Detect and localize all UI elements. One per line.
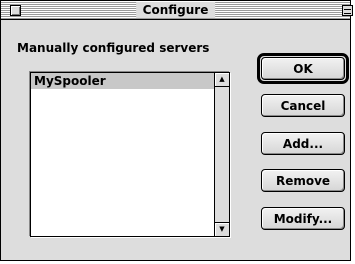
- close-box-icon[interactable]: [10, 5, 21, 16]
- scroll-down-arrow-icon[interactable]: ▼: [215, 222, 229, 236]
- remove-button[interactable]: Remove: [261, 169, 345, 192]
- scroll-track[interactable]: [215, 87, 229, 222]
- list-item-myspooler[interactable]: MySpooler: [31, 73, 214, 89]
- servers-list[interactable]: MySpooler: [31, 73, 214, 236]
- scroll-up-arrow-icon[interactable]: ▲: [215, 73, 229, 87]
- ok-button[interactable]: OK: [261, 57, 345, 80]
- add-button[interactable]: Add...: [261, 132, 345, 155]
- servers-listbox[interactable]: MySpooler ▲ ▼: [30, 72, 230, 237]
- cancel-button[interactable]: Cancel: [261, 94, 345, 117]
- modify-button[interactable]: Modify...: [261, 207, 345, 230]
- title-bar[interactable]: Configure: [1, 1, 353, 20]
- configure-window: Configure Manually configured servers My…: [0, 0, 353, 261]
- servers-label: Manually configured servers: [17, 41, 210, 55]
- vertical-scrollbar[interactable]: ▲ ▼: [214, 73, 229, 236]
- window-title: Configure: [135, 2, 216, 18]
- collapse-box-icon[interactable]: [342, 5, 353, 16]
